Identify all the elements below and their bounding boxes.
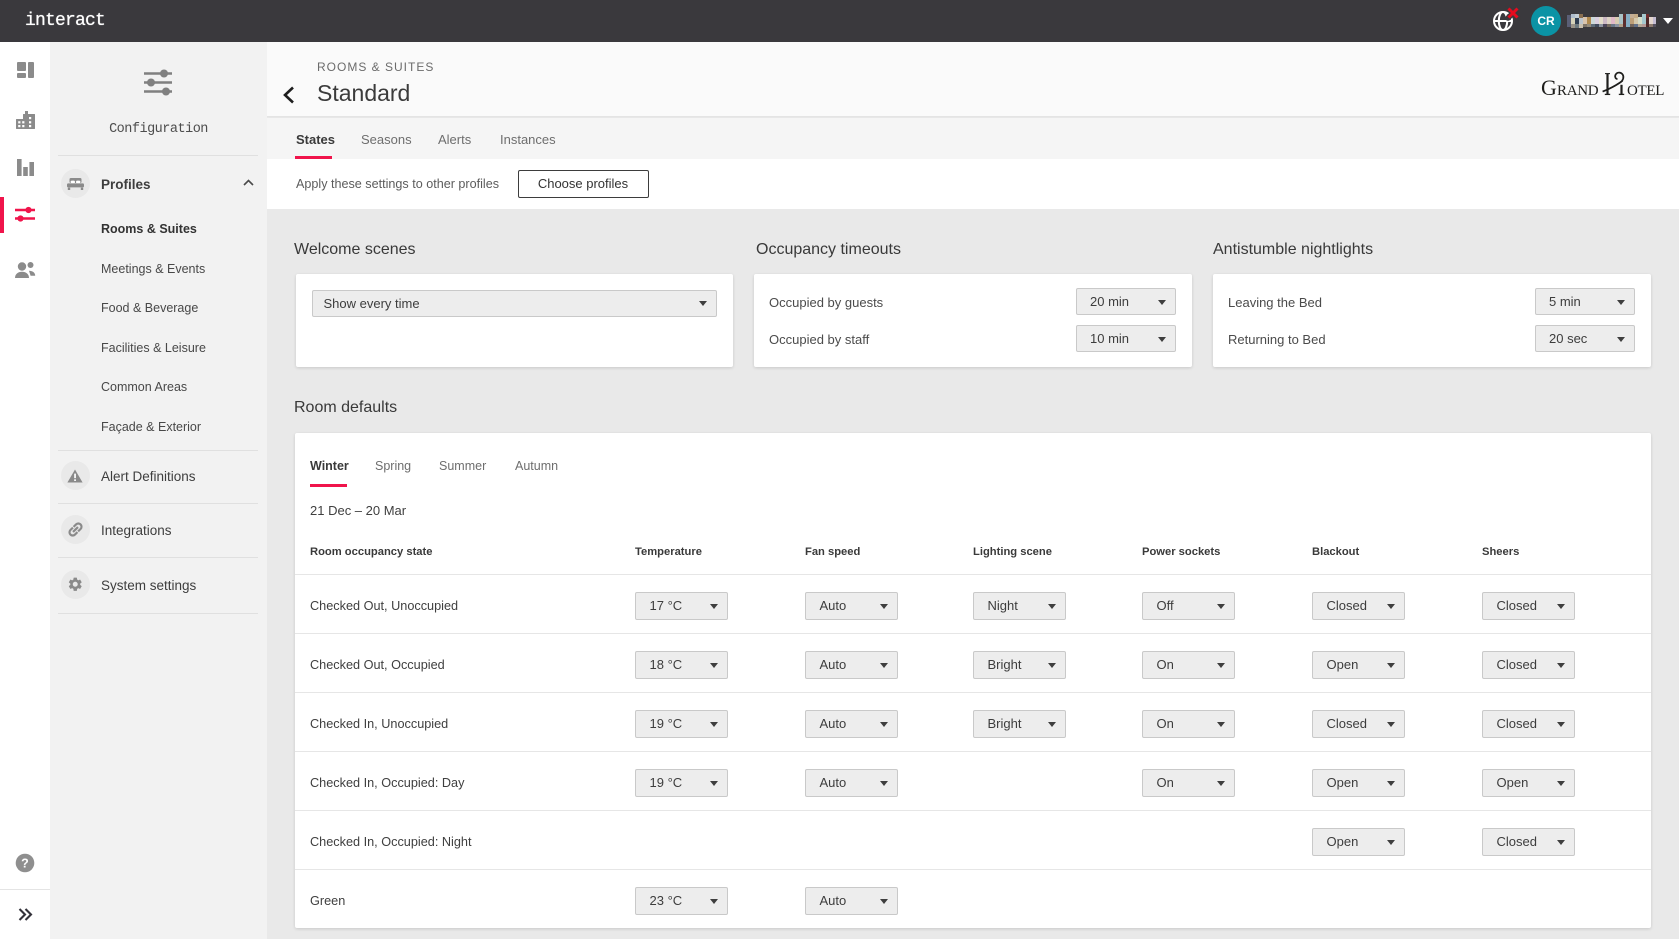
svg-text:?: ? [21,857,29,871]
